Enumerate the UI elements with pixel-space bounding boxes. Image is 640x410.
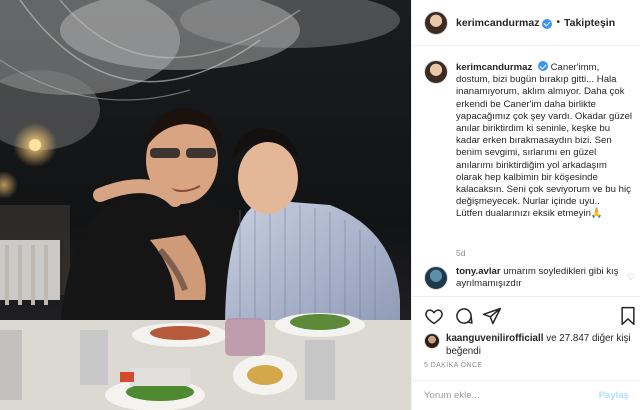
post-caption: kerimcandurmaz Caner'imm, dostum, bizi b… [424, 60, 634, 221]
author-avatar[interactable] [424, 10, 448, 35]
comment-username[interactable]: tony.avlar [456, 266, 501, 277]
likes-summary: kaanguvenilirofficiall ve 27.847 diğer k… [424, 333, 634, 358]
caption-avatar[interactable] [424, 60, 448, 84]
caption-timestamp[interactable]: 5d [456, 248, 465, 258]
likes-count[interactable]: ve 27.847 diğer kişi [546, 333, 630, 344]
comment-input[interactable] [424, 390, 599, 401]
author-username[interactable]: kerimcandurmaz [456, 17, 539, 29]
add-comment-bar: Paylaş [412, 380, 640, 410]
separator-dot: • [556, 17, 560, 28]
photo-illustration [0, 0, 411, 410]
verified-badge-icon [542, 18, 553, 29]
liker-username[interactable]: kaanguvenilirofficiall [446, 333, 543, 344]
likes-text: kaanguvenilirofficiall ve 27.847 diğer k… [446, 333, 631, 358]
caption-username[interactable]: kerimcandurmaz [456, 62, 532, 73]
heart-icon[interactable] [424, 306, 444, 326]
liker-avatar[interactable] [424, 333, 440, 349]
person-left [60, 108, 255, 330]
post-header: kerimcandurmaz • Takipteşin [412, 0, 640, 46]
comment-text-block: tony.avlar umarım soyledikleri gibi kış … [456, 266, 628, 298]
pray-emoji-icon: 🙏 [590, 208, 603, 220]
post-time-ago[interactable]: 5 DAKİKA ÖNCE [424, 362, 483, 369]
post-photo[interactable] [0, 0, 411, 410]
comment-item: tony.avlar umarım soyledikleri gibi kış … [424, 266, 639, 298]
post-comment-button[interactable]: Paylaş [599, 390, 629, 401]
comment-like-heart-icon[interactable]: ♡ [627, 272, 635, 283]
commenter-avatar[interactable] [424, 266, 448, 290]
comment-icon[interactable] [454, 306, 474, 326]
caption-last-line: Lütfen dualarınızı eksik etmeyin [456, 208, 591, 220]
bookmark-icon[interactable] [618, 306, 638, 326]
verified-badge-icon [537, 61, 548, 71]
following-button[interactable]: Takipteşin [564, 17, 615, 29]
divider [412, 296, 640, 304]
post-side-panel: kerimcandurmaz • Takipteşin kerimcandurm… [411, 0, 640, 410]
action-bar [424, 306, 635, 328]
caption-body: Caner'imm, dostum, bizi bugün bırakıp gi… [456, 62, 632, 208]
likes-suffix: beğendi [446, 345, 481, 357]
share-icon[interactable] [482, 306, 502, 326]
caption-text-block: kerimcandurmaz Caner'imm, dostum, bizi b… [456, 60, 634, 221]
